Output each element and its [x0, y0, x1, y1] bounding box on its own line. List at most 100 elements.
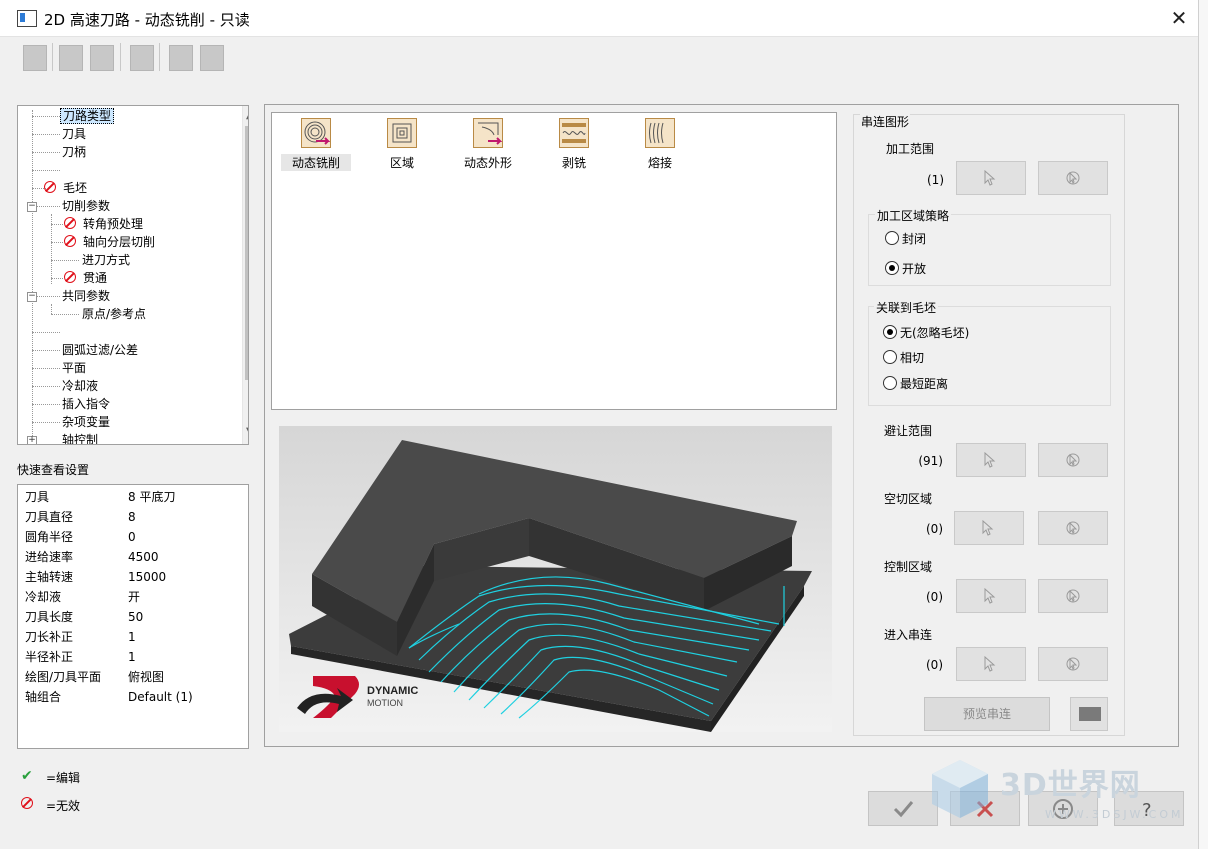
stock-ignore-radio[interactable]: 无(忽略毛坯) [883, 325, 969, 341]
legend-edit-label: =编辑 [46, 771, 81, 785]
export-icon[interactable] [200, 45, 224, 71]
quick-view-key: 刀具直径 [25, 510, 74, 524]
clear-avoid-chain-button[interactable] [1038, 443, 1108, 477]
toolpath-type-dynamic-contour[interactable]: 动态外形 [453, 118, 523, 171]
quick-view-key: 主轴转速 [25, 570, 74, 584]
save-as-icon[interactable] [90, 45, 114, 71]
avoid-range-count: (91) [918, 454, 943, 468]
control-region-label: 控制区域 [884, 560, 933, 574]
title-bar: 2D 高速刀路 - 动态铣削 - 只读 ✕ [0, 0, 1198, 37]
invalid-icon [21, 797, 38, 811]
tool-icon[interactable] [23, 45, 47, 71]
strategy-open-radio[interactable]: 开放 [885, 261, 926, 277]
clear-chain-icon [1066, 657, 1080, 671]
toolpath-type-peel-mill[interactable]: 剥铣 [539, 118, 609, 171]
scroll-up-icon[interactable]: ▲ [246, 110, 248, 121]
scroll-thumb[interactable] [245, 126, 248, 380]
quick-view-value: 4500 [128, 550, 159, 564]
background-window-edge [1198, 0, 1208, 849]
logo-text-dynamic: DYNAMIC [367, 685, 418, 697]
quick-view-key: 半径补正 [25, 650, 74, 664]
quick-view-value: 50 [128, 610, 144, 624]
clear-machining-chain-button[interactable] [1038, 161, 1108, 195]
tree-item-coolant[interactable]: 冷却液 [60, 377, 100, 395]
window-title: 2D 高速刀路 - 动态铣削 - 只读 [44, 11, 250, 29]
stock-shortest-radio[interactable]: 最短距离 [883, 376, 948, 392]
clear-chain-icon [1066, 589, 1080, 603]
pointer-icon [984, 452, 996, 468]
watermark-title: 3D世界网 [1000, 768, 1141, 803]
toolpath-type-list: 动态铣削 区域 动态外形 剥铣 熔接 [271, 112, 837, 410]
air-region-count: (0) [926, 522, 943, 536]
select-air-chain-button[interactable] [954, 511, 1024, 545]
tree-item-tool[interactable]: 刀具 [60, 125, 88, 143]
edit-check-icon: ✔ [21, 768, 33, 784]
toolpath-type-blend[interactable]: 熔接 [625, 118, 695, 171]
dynamic-mill-icon [301, 118, 331, 148]
scroll-down-icon[interactable]: ▼ [246, 426, 248, 437]
tree-scrollbar[interactable]: ▲ ▼ [242, 106, 248, 444]
toolbar-separator [159, 43, 160, 71]
collapse-icon[interactable]: − [27, 202, 37, 212]
invalid-icon [64, 271, 76, 283]
entry-chain-count: (0) [926, 658, 943, 672]
quick-view-value: 8 [128, 510, 136, 524]
quick-view-key: 进给速率 [25, 550, 74, 564]
quick-view-key: 绘图/刀具平面 [25, 670, 102, 684]
tree-item-misc-values[interactable]: 杂项变量 [60, 413, 112, 431]
machining-range-label: 加工范围 [886, 142, 935, 156]
tree-item-holder[interactable]: 刀柄 [60, 143, 88, 161]
parameter-tree[interactable]: 刀路类型 刀具 刀柄 毛坯 − 切削参数 转角预处理 轴向分层切削 进刀方式 贯… [17, 105, 249, 445]
quick-view-value: 俯视图 [128, 670, 165, 684]
tree-item-depth-cuts[interactable]: 轴向分层切削 [64, 233, 157, 251]
save-icon[interactable] [59, 45, 83, 71]
quick-view-value: 开 [128, 590, 141, 604]
legend-invalid-label: =无效 [46, 799, 81, 813]
app-window-icon [17, 10, 37, 27]
find-icon[interactable] [169, 45, 193, 71]
machining-range-count: (1) [927, 173, 944, 187]
quick-view-key: 冷却液 [25, 590, 62, 604]
select-control-chain-button[interactable] [956, 579, 1026, 613]
tree-item-corner-preprocess[interactable]: 转角预处理 [64, 215, 145, 233]
tree-item-arc-filter[interactable]: 圆弧过滤/公差 [60, 341, 140, 359]
tree-item-toolpath-type[interactable]: 刀路类型 [60, 107, 115, 125]
collapse-icon[interactable]: − [27, 292, 37, 302]
select-avoid-chain-button[interactable] [956, 443, 1026, 477]
quick-view-key: 刀具 [25, 490, 50, 504]
clear-entry-chain-button[interactable] [1038, 647, 1108, 681]
select-machining-chain-button[interactable] [956, 161, 1026, 195]
strategy-closed-radio[interactable]: 封闭 [885, 231, 926, 247]
tree-item-entry-motion[interactable]: 进刀方式 [80, 251, 132, 269]
tree-item-stock[interactable]: 毛坯 [44, 179, 89, 197]
stock-tangent-radio[interactable]: 相切 [883, 350, 924, 366]
preview-chain-button[interactable]: 预览串连 [924, 697, 1050, 731]
tree-item-axis-control[interactable]: 轴控制 [60, 431, 100, 444]
toolpath-type-dynamic-mill[interactable]: 动态铣削 [281, 118, 351, 171]
tree-item-break-through[interactable]: 贯通 [64, 269, 109, 287]
quick-view-value: 1 [128, 630, 136, 644]
quick-view-value: 0 [128, 530, 136, 544]
tree-item-canned-text[interactable]: 插入指令 [60, 395, 112, 413]
expand-icon[interactable]: + [27, 436, 37, 444]
area-mill-icon [387, 118, 417, 148]
toolpath-preview-image: DYNAMIC MOTION [279, 426, 832, 732]
logo-text-motion: MOTION [367, 698, 403, 708]
tree-item-planes[interactable]: 平面 [60, 359, 88, 377]
quick-view-key: 轴组合 [25, 690, 62, 704]
calculator-icon[interactable] [130, 45, 154, 71]
close-button[interactable]: ✕ [1160, 0, 1198, 36]
clear-control-chain-button[interactable] [1038, 579, 1108, 613]
chain-color-button[interactable] [1070, 697, 1108, 731]
quick-view-value: 15000 [128, 570, 167, 584]
toolpath-type-area[interactable]: 区域 [367, 118, 437, 171]
color-swatch [1079, 707, 1101, 721]
ok-button[interactable] [868, 791, 938, 826]
clear-air-chain-button[interactable] [1038, 511, 1108, 545]
tree-item-cut-params[interactable]: 切削参数 [60, 197, 112, 215]
tree-item-linking-params[interactable]: 共同参数 [60, 287, 112, 305]
toolbar-separator [52, 43, 53, 71]
invalid-icon [64, 217, 76, 229]
tree-item-home-ref[interactable]: 原点/参考点 [80, 305, 148, 323]
select-entry-chain-button[interactable] [956, 647, 1026, 681]
